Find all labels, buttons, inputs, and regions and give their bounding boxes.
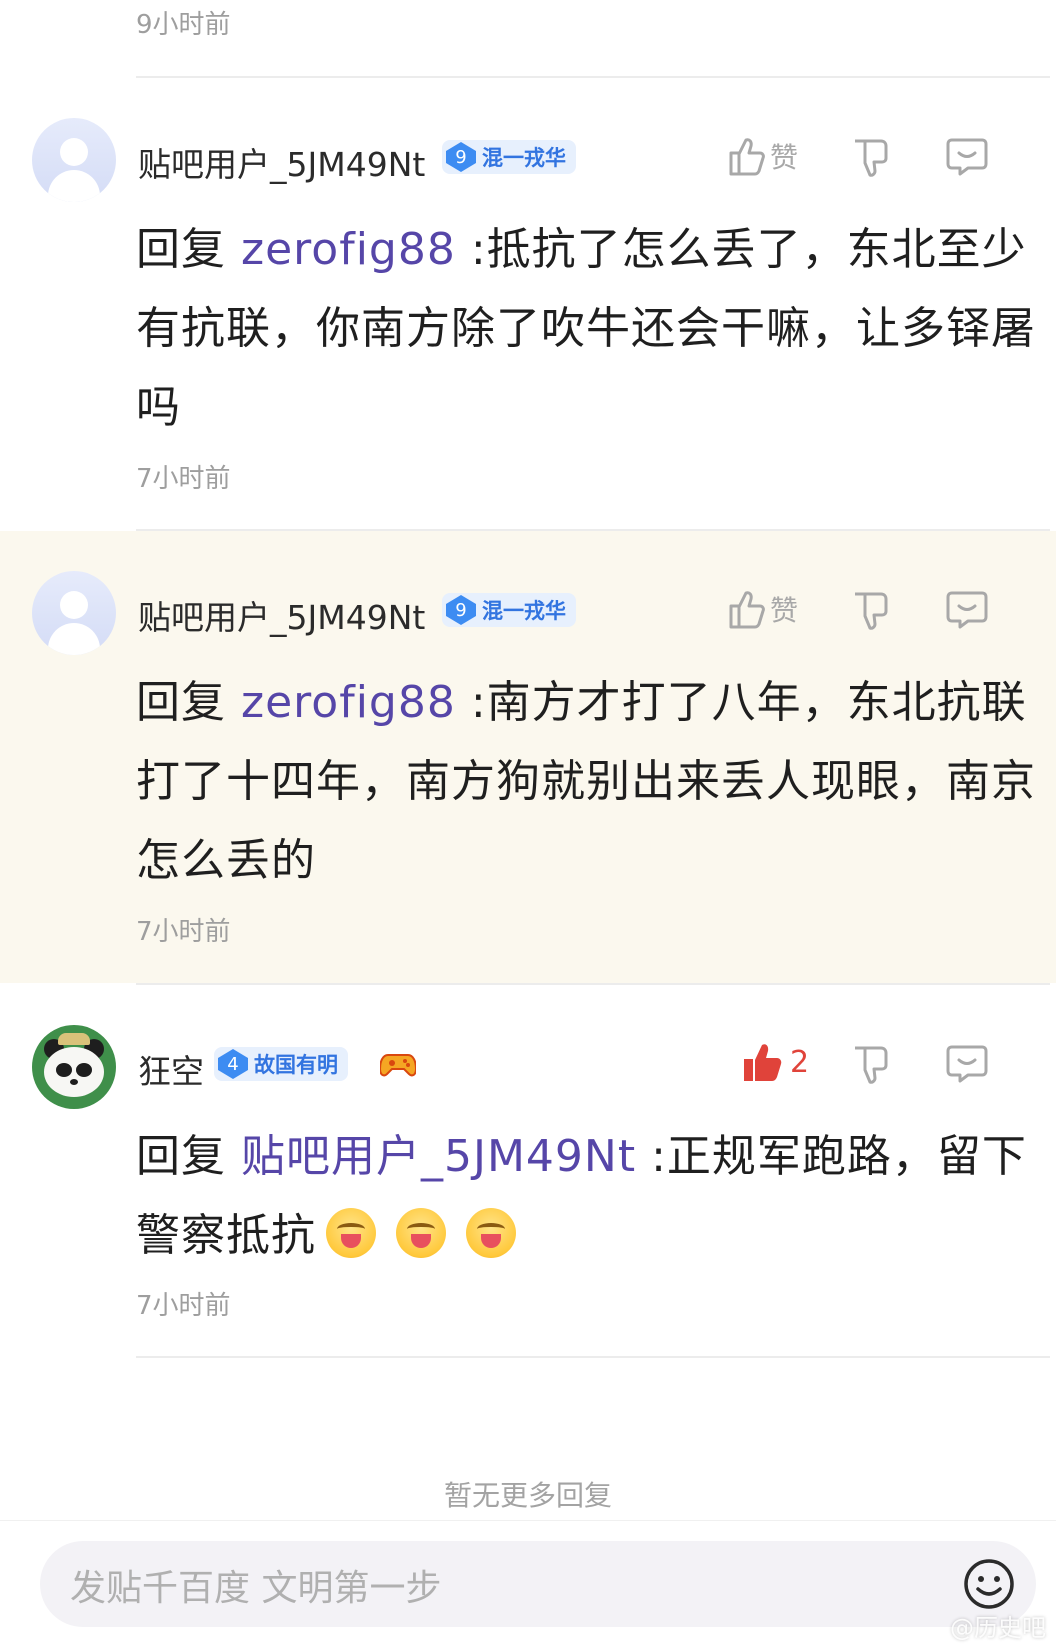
- reply-bar: 发贴千百度 文明第一步 @历史吧: [0, 1520, 1056, 1647]
- like-button[interactable]: 赞: [728, 589, 798, 629]
- comment-icon: [946, 591, 988, 629]
- reply-input[interactable]: 发贴千百度 文明第一步: [40, 1541, 1036, 1627]
- dislike-button[interactable]: [852, 591, 890, 631]
- like-label: 赞: [770, 141, 799, 174]
- badge-name: 故国有明: [254, 1053, 338, 1077]
- mention-link[interactable]: zerofig88: [241, 677, 456, 728]
- avatar[interactable]: [32, 1025, 116, 1109]
- comment-content: 回复 贴吧用户_5JM49Nt :正规军跑路，留下警察抵抗: [136, 1131, 1027, 1261]
- avatar[interactable]: [32, 118, 116, 202]
- reply-input-placeholder: 发贴千百度 文明第一步: [70, 1568, 442, 1609]
- comment-item: 贴吧用户_5JM49Nt 9 混一戎华 赞 回复 zerofig88 :抵抗了怎…: [0, 78, 1056, 528]
- gamepad-icon: [380, 1054, 416, 1077]
- badge-name: 混一戎华: [482, 146, 566, 170]
- no-more-replies: 暂无更多回复: [443, 1479, 612, 1512]
- avatar[interactable]: [32, 571, 116, 655]
- comment-item: 贴吧用户_5JM49Nt 9 混一戎华 赞 回复 zerofig88 :南方才打…: [0, 531, 1056, 983]
- comment-icon: [946, 138, 988, 176]
- laughing-emoji-icon: [326, 1208, 376, 1258]
- comment-time: 7小时前: [136, 917, 231, 947]
- like-label: 赞: [770, 594, 799, 627]
- level-badge[interactable]: 4 故国有明: [214, 1047, 348, 1081]
- level-icon: 4: [218, 1049, 248, 1079]
- comment-time: 9小时前: [136, 10, 231, 40]
- emoji-picker-icon[interactable]: [962, 1557, 1016, 1611]
- level-icon: 9: [446, 142, 476, 172]
- username[interactable]: 贴吧用户_5JM49Nt: [138, 138, 425, 186]
- level-badge[interactable]: 9 混一戎华: [442, 140, 576, 174]
- like-button[interactable]: 2: [742, 1041, 809, 1083]
- mention-link[interactable]: 贴吧用户_5JM49Nt: [241, 1131, 636, 1182]
- like-count: 2: [790, 1044, 810, 1080]
- thumbs-down-icon: [855, 139, 888, 177]
- level-icon: 9: [446, 595, 476, 625]
- dislike-button[interactable]: [852, 1045, 890, 1085]
- thumbs-up-icon: [729, 138, 765, 176]
- mention-link[interactable]: zerofig88: [241, 224, 456, 275]
- comment-time: 7小时前: [136, 464, 231, 494]
- username[interactable]: 贴吧用户_5JM49Nt: [138, 591, 425, 639]
- reply-button[interactable]: [946, 589, 988, 629]
- thumbs-up-icon: [729, 591, 765, 629]
- thumbs-up-filled-icon: [744, 1044, 782, 1081]
- comment-time: 7小时前: [136, 1291, 231, 1321]
- thumbs-down-icon: [855, 592, 888, 630]
- comment-content: 回复 zerofig88 :抵抗了怎么丢了，东北至少有抗联，你南方除了吹牛还会干…: [136, 224, 1036, 433]
- comment-icon: [946, 1045, 988, 1083]
- watermark: @历史吧: [950, 1614, 1046, 1642]
- thumbs-down-icon: [855, 1046, 888, 1084]
- reply-button[interactable]: [946, 136, 988, 176]
- like-button[interactable]: 赞: [728, 136, 798, 176]
- divider: [136, 1356, 1050, 1358]
- comment-content: 回复 zerofig88 :南方才打了八年，东北抗联打了十四年，南方狗就别出来丢…: [136, 677, 1036, 886]
- laughing-emoji-icon: [396, 1208, 446, 1258]
- reply-button[interactable]: [946, 1043, 988, 1083]
- username[interactable]: 狂空: [138, 1045, 204, 1093]
- dislike-button[interactable]: [852, 138, 890, 178]
- badge-name: 混一戎华: [482, 599, 566, 623]
- level-badge[interactable]: 9 混一戎华: [442, 593, 576, 627]
- comment-item: 狂空 4 故国有明 2 回复 贴吧用户_5JM49Nt :正规军跑路，留下警察抵…: [0, 985, 1056, 1355]
- laughing-emoji-icon: [466, 1208, 516, 1258]
